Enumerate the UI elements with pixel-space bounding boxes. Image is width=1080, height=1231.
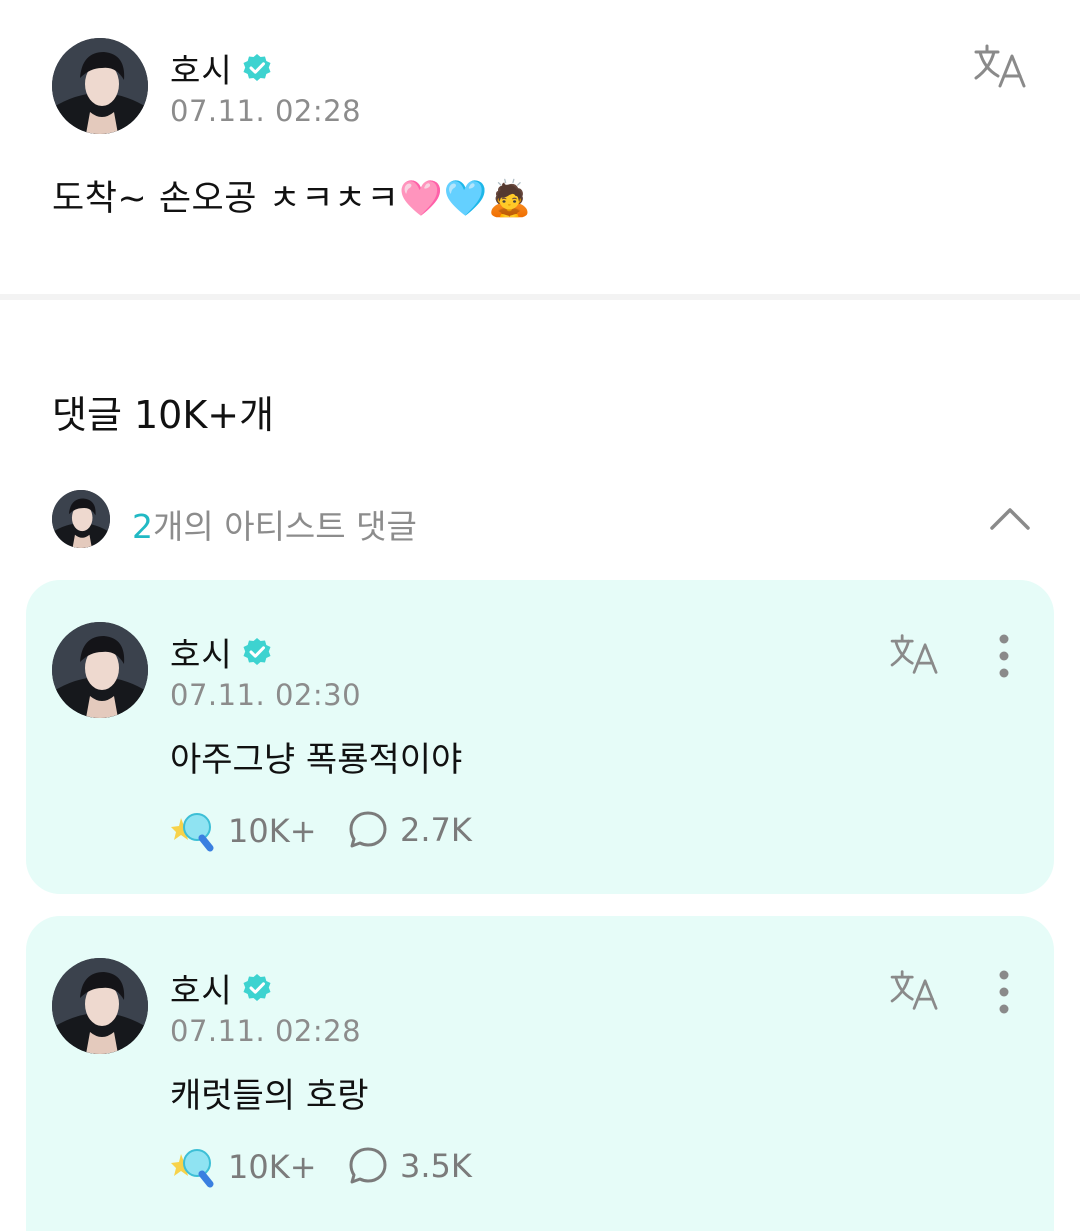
reply-count: 2.7K [400,811,472,849]
lightstick-icon [171,813,214,852]
avatar-photo [52,38,148,134]
comments-count-heading: 댓글 10K+개 [52,393,275,437]
chevron-up-icon[interactable] [988,504,1032,532]
artist-comment-card[interactable]: 호시 07.11. 02:28 캐럿들의 호랑 10K+ 3.5K [26,916,1054,1231]
artist-comments-avatar [52,490,110,548]
like-button[interactable]: 10K+ [170,1146,317,1188]
artist-comments-label: 2개의 아티스트 댓글 [132,500,417,548]
comment-author-row: 호시 [170,628,273,676]
artist-comments-count: 2 [132,507,153,546]
comment-body-text: 캐럿들의 호랑 [170,1076,369,1116]
more-vertical-icon[interactable] [994,634,1014,678]
like-count: 10K+ [228,1148,317,1186]
comment-timestamp: 07.11. 02:30 [170,678,362,712]
post-author-avatar[interactable] [52,38,148,134]
post-author-row: 호시 [170,44,273,92]
translate-icon[interactable] [886,966,944,1014]
avatar-photo [52,958,148,1054]
comment-body-text: 아주그냥 폭룡적이야 [170,740,463,780]
like-button[interactable]: 10K+ [170,810,317,852]
avatar-photo [52,622,148,718]
artist-comment-card[interactable]: 호시 07.11. 02:30 아주그냥 폭룡적이야 10K+ 2.7K [26,580,1054,894]
post-body-text: 도착~ 손오공 ㅊㅋㅊㅋ🩷🩵🙇 [52,179,532,219]
post-timestamp: 07.11. 02:28 [170,94,362,128]
avatar-photo [52,490,110,548]
reply-count: 3.5K [400,1147,472,1185]
verified-badge-icon [243,54,271,81]
reply-button[interactable]: 3.5K [348,1146,472,1186]
comment-author-avatar[interactable] [52,622,148,718]
comment-author-name[interactable]: 호시 [170,628,233,676]
more-vertical-icon[interactable] [994,970,1014,1014]
lightstick-icon [171,1149,214,1188]
verified-badge-icon [243,638,271,665]
post-author-name[interactable]: 호시 [170,44,233,92]
comment-author-name[interactable]: 호시 [170,964,233,1012]
verified-badge-icon [243,974,271,1001]
comment-author-avatar[interactable] [52,958,148,1054]
translate-icon[interactable] [970,40,1032,92]
translate-icon[interactable] [886,630,944,678]
section-divider [0,294,1080,300]
artist-comments-text: 개의 아티스트 댓글 [153,507,417,546]
comment-bubble-icon [349,1147,387,1184]
comment-timestamp: 07.11. 02:28 [170,1014,362,1048]
comment-bubble-icon [349,811,387,848]
reply-button[interactable]: 2.7K [348,810,472,850]
like-count: 10K+ [228,812,317,850]
comment-author-row: 호시 [170,964,273,1012]
artist-comments-toggle[interactable]: 2개의 아티스트 댓글 [52,490,1032,550]
